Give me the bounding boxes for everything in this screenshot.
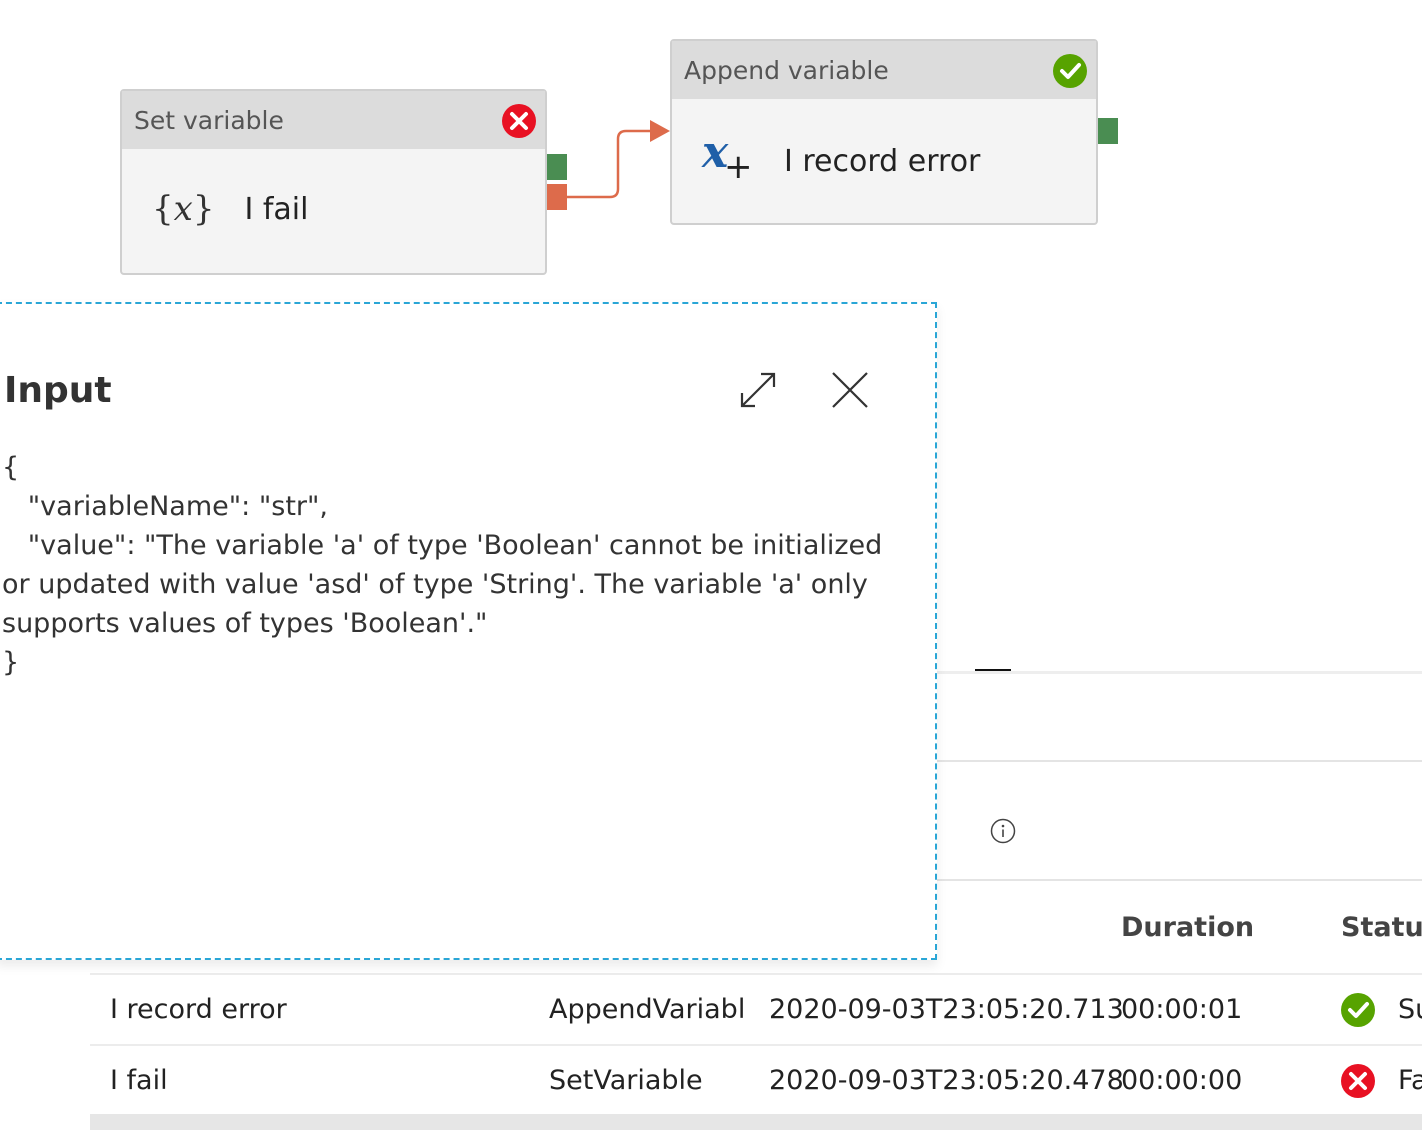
run-start-cell: 2020-09-03T23:05:20.713: [769, 994, 1124, 1025]
activity-type-header: Append variable: [672, 41, 1096, 99]
header-divider: [90, 973, 1422, 975]
activity-type-label: Append variable: [684, 55, 889, 85]
duration-column-header[interactable]: Duration: [1121, 912, 1254, 943]
success-output-port[interactable]: [1098, 118, 1118, 144]
duration-cell: 00:00:01: [1121, 994, 1243, 1025]
activity-body: x + I record error: [672, 99, 1096, 223]
input-json-content: { "variableName": "str", "value": "The v…: [2, 452, 883, 678]
status-cell: Su: [1398, 994, 1422, 1025]
activity-name-cell[interactable]: I fail: [110, 1065, 168, 1096]
succeeded-icon: [1341, 993, 1375, 1027]
activity-type-cell: AppendVariabl: [549, 994, 746, 1025]
activity-type-header: Set variable: [122, 91, 545, 149]
failure-connector: [567, 120, 670, 199]
activity-type-label: Set variable: [134, 105, 284, 135]
run-start-cell: 2020-09-03T23:05:20.478: [769, 1065, 1124, 1096]
succeeded-icon: [1053, 54, 1087, 88]
activity-name: I fail: [244, 191, 309, 227]
activity-name-cell[interactable]: I record error: [110, 994, 287, 1025]
set-variable-activity[interactable]: Set variable {x} I fail: [120, 89, 547, 275]
variable-braces-icon: {x}: [152, 189, 215, 229]
duration-cell: 00:00:00: [1121, 1065, 1243, 1096]
close-icon[interactable]: [830, 370, 870, 410]
divider: [937, 760, 1422, 762]
activity-body: {x} I fail: [122, 149, 545, 269]
divider: [937, 671, 1422, 674]
expand-icon[interactable]: [737, 369, 779, 411]
status-column-header[interactable]: Status: [1341, 912, 1422, 943]
append-variable-activity[interactable]: Append variable x + I record error: [670, 39, 1098, 225]
divider: [937, 879, 1422, 881]
append-variable-icon: x +: [702, 127, 753, 187]
info-icon[interactable]: [990, 818, 1016, 844]
activity-type-cell: SetVariable: [549, 1065, 703, 1096]
failed-icon: [1341, 1064, 1375, 1098]
activity-name: I record error: [784, 143, 981, 179]
horizontal-scrollbar[interactable]: [90, 1114, 1422, 1130]
status-cell: Fa: [1398, 1065, 1422, 1096]
failed-icon: [502, 104, 536, 138]
panel-title: Input: [4, 370, 112, 411]
row-divider: [90, 1044, 1422, 1046]
